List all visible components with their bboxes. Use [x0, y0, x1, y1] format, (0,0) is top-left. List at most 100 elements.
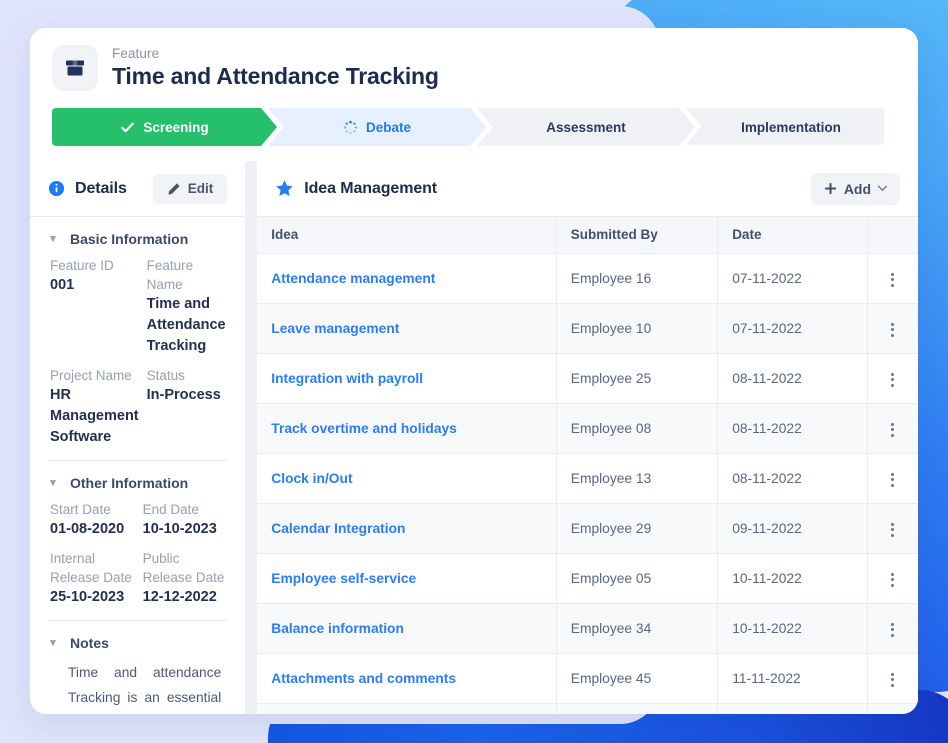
pencil-icon	[168, 182, 180, 195]
edit-button[interactable]: Edit	[152, 173, 228, 204]
row-menu-icon[interactable]	[883, 517, 902, 543]
idea-table-body: Attendance management Employee 16 07-11-…	[257, 253, 918, 714]
row-menu-icon[interactable]	[883, 567, 902, 593]
cell-submitted-by: Employee 13	[556, 453, 719, 504]
idea-table: Idea Submitted By Date Attendance manage…	[257, 217, 918, 714]
field-value: 25-10-2023	[50, 589, 125, 605]
row-menu-icon[interactable]	[883, 367, 902, 393]
field-label: Status	[146, 368, 185, 383]
idea-link[interactable]: Attachments and comments	[271, 671, 456, 686]
idea-link[interactable]: Attendance management	[271, 271, 435, 286]
app-background: Feature Time and Attendance Tracking Scr…	[0, 0, 948, 743]
idea-link[interactable]: Leave management	[271, 321, 399, 336]
cell-submitted-by: Employee 05	[556, 553, 719, 604]
basic-information-fields: Feature ID 001 Feature Name Time and Att…	[48, 256, 227, 448]
idea-link[interactable]: Balance information	[271, 621, 404, 636]
section-basic-information-header[interactable]: ▾ Basic Information	[48, 231, 227, 247]
cell-submitted-by: Employee 08	[556, 403, 719, 454]
field-internal-release-date: Internal Release Date 25-10-2023	[50, 549, 135, 608]
row-menu-icon[interactable]	[883, 667, 902, 693]
column-header-actions	[867, 217, 918, 254]
table-row: Clock in/Out Employee 13 08-11-2022	[257, 453, 918, 504]
archive-box-icon	[52, 45, 98, 91]
card-body: Details Edit ▾ Basic Information Feature…	[30, 161, 918, 714]
breadcrumb-eyebrow: Feature	[112, 46, 160, 61]
chevron-down-icon	[878, 185, 888, 192]
cell-date: 08-11-2022	[717, 403, 868, 454]
cell-idea: Balance information	[257, 603, 557, 654]
idea-link[interactable]: Clock in/Out	[271, 471, 352, 486]
cell-date: 10-11-2022	[717, 553, 868, 604]
details-panel: Details Edit ▾ Basic Information Feature…	[30, 161, 246, 714]
cell-idea: Track overtime and holidays	[257, 403, 557, 454]
cell-submitted-by: Employee 29	[556, 503, 719, 554]
stepper-step-debate[interactable]: Debate	[268, 108, 486, 146]
field-label: Public Release Date	[142, 551, 225, 585]
stepper-step-assessment[interactable]: Assessment	[477, 108, 695, 146]
field-label: Start Date	[50, 502, 111, 517]
details-content: ▾ Basic Information Feature ID 001 Featu…	[30, 217, 245, 714]
cell-submitted-by: Employee 34	[556, 603, 719, 654]
add-idea-button-label: Add	[843, 180, 872, 197]
field-label: Project Name	[50, 368, 132, 383]
cell-idea: Attendance management	[257, 253, 557, 304]
field-label: Feature ID	[50, 258, 114, 273]
stepper-label-implementation: Implementation	[741, 119, 841, 135]
cell-idea: Calendar Integration	[257, 503, 557, 554]
idea-link[interactable]: Employee self-service	[271, 571, 416, 586]
table-row: Attachments and comments Employee 45 11-…	[257, 653, 918, 704]
idea-management-panel: Idea Management Add Idea Submitted By Da…	[257, 161, 918, 714]
field-value: 01-08-2020	[50, 521, 125, 537]
cell-actions	[867, 403, 918, 454]
cell-actions	[867, 503, 918, 554]
cell-submitted-by: Employee 45	[556, 653, 719, 704]
column-header-idea[interactable]: Idea	[257, 217, 557, 254]
cell-submitted-by: Employee 25	[556, 353, 719, 404]
row-menu-icon[interactable]	[883, 317, 902, 343]
row-menu-icon[interactable]	[883, 267, 902, 293]
field-feature-name: Feature Name Time and Attendance Trackin…	[147, 256, 228, 357]
table-row: Attendance management Employee 16 07-11-…	[257, 253, 918, 304]
cell-submitted-by: Employee 12	[556, 703, 719, 714]
section-notes-header[interactable]: ▾ Notes	[48, 635, 227, 651]
section-other-information-header[interactable]: ▾ Other Information	[48, 475, 227, 491]
column-header-submitted-by[interactable]: Submitted By	[556, 217, 719, 254]
idea-management-header: Idea Management Add	[257, 161, 918, 217]
idea-link[interactable]: Calendar Integration	[271, 521, 405, 536]
stepper-step-implementation[interactable]: Implementation	[686, 108, 896, 146]
title-block: Feature Time and Attendance Tracking	[112, 45, 439, 91]
cell-idea: Integration with payroll	[257, 353, 557, 404]
cell-actions	[867, 303, 918, 354]
cell-actions	[867, 653, 918, 704]
field-label: Feature Name	[146, 258, 194, 292]
section-basic-information-title: Basic Information	[70, 231, 189, 247]
row-menu-icon[interactable]	[883, 617, 902, 643]
section-notes-title: Notes	[70, 635, 109, 651]
field-feature-id: Feature ID 001	[50, 256, 139, 357]
table-header-row: Idea Submitted By Date	[257, 217, 918, 254]
table-row: Approval workflows Employee 12 11-11-202…	[257, 703, 918, 714]
row-menu-icon[interactable]	[883, 417, 902, 443]
row-menu-icon[interactable]	[883, 467, 902, 493]
idea-link[interactable]: Integration with payroll	[271, 371, 423, 386]
field-value: 12-12-2022	[142, 589, 217, 605]
cell-date: 11-11-2022	[717, 703, 868, 714]
idea-link[interactable]: Track overtime and holidays	[271, 421, 457, 436]
add-idea-button[interactable]: Add	[810, 172, 901, 205]
section-other-information: ▾ Other Information Start Date 01-08-202…	[48, 461, 228, 621]
cell-actions	[867, 253, 918, 304]
stepper-step-screening[interactable]: Screening	[52, 108, 277, 146]
cell-idea: Approval workflows	[257, 703, 557, 714]
table-row: Track overtime and holidays Employee 08 …	[257, 403, 918, 454]
cell-idea: Employee self-service	[257, 553, 557, 604]
cell-idea: Attachments and comments	[257, 653, 557, 704]
field-value: HR Management Software	[50, 387, 139, 445]
column-header-date[interactable]: Date	[717, 217, 868, 254]
cell-actions	[867, 603, 918, 654]
section-basic-information: ▾ Basic Information Feature ID 001 Featu…	[48, 217, 228, 461]
cell-date: 07-11-2022	[717, 253, 868, 304]
cell-date: 11-11-2022	[717, 653, 868, 704]
card-header: Feature Time and Attendance Tracking Scr…	[30, 28, 918, 146]
field-value: Time and Attendance Tracking	[146, 296, 226, 354]
table-row: Leave management Employee 10 07-11-2022	[257, 303, 918, 354]
